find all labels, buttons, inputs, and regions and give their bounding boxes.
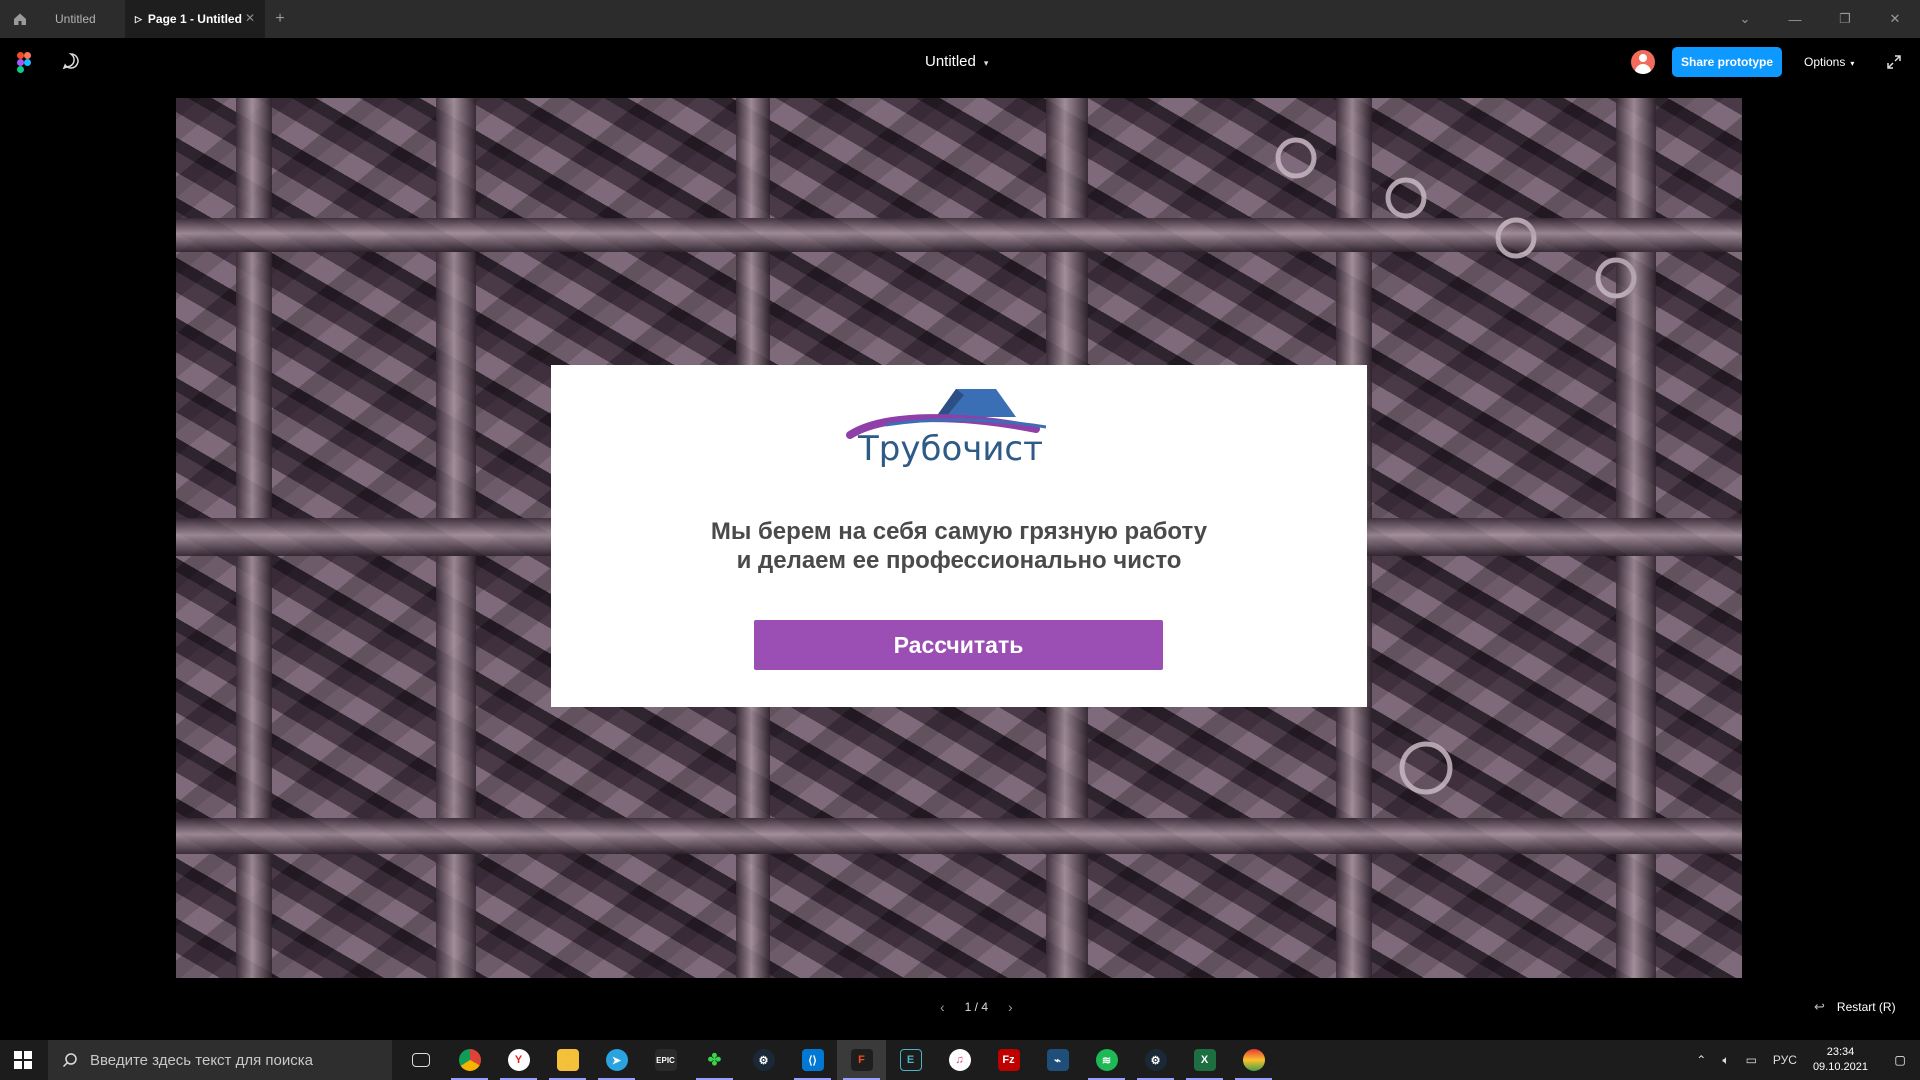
chrome-icon[interactable] [445,1040,494,1080]
notifications-icon[interactable]: ▢ [1880,1053,1920,1067]
terminal-icon[interactable]: E [886,1040,935,1080]
restart-icon: ↩ [1814,999,1825,1014]
chevron-down-icon[interactable]: ⌄ [1720,11,1770,27]
next-page-icon[interactable]: › [1008,999,1013,1015]
fullscreen-icon[interactable] [1887,55,1901,69]
figma-logo-icon[interactable] [17,52,31,73]
network-icon[interactable]: ▭ [1746,1053,1757,1067]
taskbar-search-input[interactable]: Введите здесь текст для поиска [48,1040,392,1080]
windows-taskbar: Введите здесь текст для поиска Y ➤ EPIC … [0,1040,1920,1080]
clock-date: 09.10.2021 [1812,1061,1868,1073]
document-title[interactable]: Untitled ▾ [925,53,988,70]
window-controls: ⌄ — ❐ ✕ [1720,0,1920,38]
task-view-icon[interactable] [396,1040,445,1080]
taskbar-apps: Y ➤ EPIC ✤ ⚙ ⟨⟩ F E ♫ Fz ⌁ ≋ ⚙ X [396,1040,1278,1080]
options-menu[interactable]: Options ▾ [1804,55,1854,69]
tab-page-1[interactable]: ▷ Page 1 - Untitled ✕ [125,0,265,38]
yandex-browser-icon[interactable]: Y [494,1040,543,1080]
calculate-button[interactable]: Рассчитать [754,620,1163,670]
restore-icon[interactable]: ❐ [1820,11,1870,27]
windows-start-icon[interactable] [0,1040,46,1080]
search-placeholder: Введите здесь текст для поиска [90,1051,313,1069]
restart-label: Restart (R) [1836,1000,1896,1014]
prototype-toolbar: Untitled ▾ Share prototype Options ▾ [0,38,1920,86]
app-icon[interactable]: ⌁ [1033,1040,1082,1080]
cheat-engine-icon[interactable]: ✤ [690,1040,739,1080]
comment-icon[interactable] [62,52,80,70]
telegram-icon[interactable]: ➤ [592,1040,641,1080]
close-window-icon[interactable]: ✕ [1870,11,1920,27]
clock-time: 23:34 [1826,1046,1855,1058]
tab-label: Untitled [55,12,96,26]
doc-title-label: Untitled [925,53,976,70]
file-explorer-icon[interactable] [543,1040,592,1080]
company-logo: Трубочист [846,387,1056,482]
excel-icon[interactable]: X [1180,1040,1229,1080]
chevron-up-icon[interactable]: ⌃ [1696,1053,1706,1067]
title-bar: Untitled ▷ Page 1 - Untitled ✕ + ⌄ — ❐ ✕ [0,0,1920,38]
page-navigator: ‹ 1 / 4 › [920,999,1033,1015]
epic-games-icon[interactable]: EPIC [641,1040,690,1080]
headline: Мы берем на себя самую грязную работу и … [551,517,1367,575]
tab-label: Page 1 - Untitled [147,12,242,26]
close-icon[interactable]: ✕ [245,11,255,25]
search-icon [62,1053,77,1068]
share-prototype-button[interactable]: Share prototype [1672,47,1782,77]
prototype-frame: Трубочист Мы берем на себя самую грязную… [176,98,1742,978]
play-icon: ▷ [135,13,142,24]
minimize-icon[interactable]: — [1770,12,1820,27]
headline-line-1: Мы берем на себя самую грязную работу [710,518,1208,545]
hero-card: Трубочист Мы берем на себя самую грязную… [551,365,1367,707]
avatar[interactable] [1631,50,1655,74]
steam-icon[interactable]: ⚙ [739,1040,788,1080]
itunes-icon[interactable]: ♫ [935,1040,984,1080]
clock[interactable]: 23:34 09.10.2021 [1813,1045,1868,1075]
previous-page-icon[interactable]: ‹ [940,999,945,1015]
tab-untitled[interactable]: Untitled [40,0,125,38]
figma-app-icon[interactable]: F [837,1040,886,1080]
options-label: Options [1804,55,1846,69]
home-icon[interactable] [0,0,40,38]
chevron-down-icon: ▾ [1850,59,1855,68]
chevron-down-icon: ▾ [983,58,989,68]
vscode-icon[interactable]: ⟨⟩ [788,1040,837,1080]
steam-2-icon[interactable]: ⚙ [1131,1040,1180,1080]
system-tray: ⌃ 🔈︎ ▭ РУС 23:34 09.10.2021 ▢ [1688,1040,1920,1080]
language-indicator[interactable]: РУС [1773,1053,1797,1067]
colorful-app-icon[interactable] [1229,1040,1278,1080]
spotify-icon[interactable]: ≋ [1082,1040,1131,1080]
prototype-canvas: Трубочист Мы берем на себя самую грязную… [0,86,1920,1034]
volume-icon[interactable]: 🔈︎ [1722,1053,1729,1068]
filezilla-icon[interactable]: Fz [984,1040,1033,1080]
add-tab-icon[interactable]: + [265,0,295,38]
headline-line-2: и делаем ее профессионально чисто [736,547,1182,574]
restart-button[interactable]: ↩ Restart (R) [1814,999,1896,1015]
page-indicator: 1 / 4 [964,1000,989,1014]
logo-text: Трубочист [858,429,1043,469]
